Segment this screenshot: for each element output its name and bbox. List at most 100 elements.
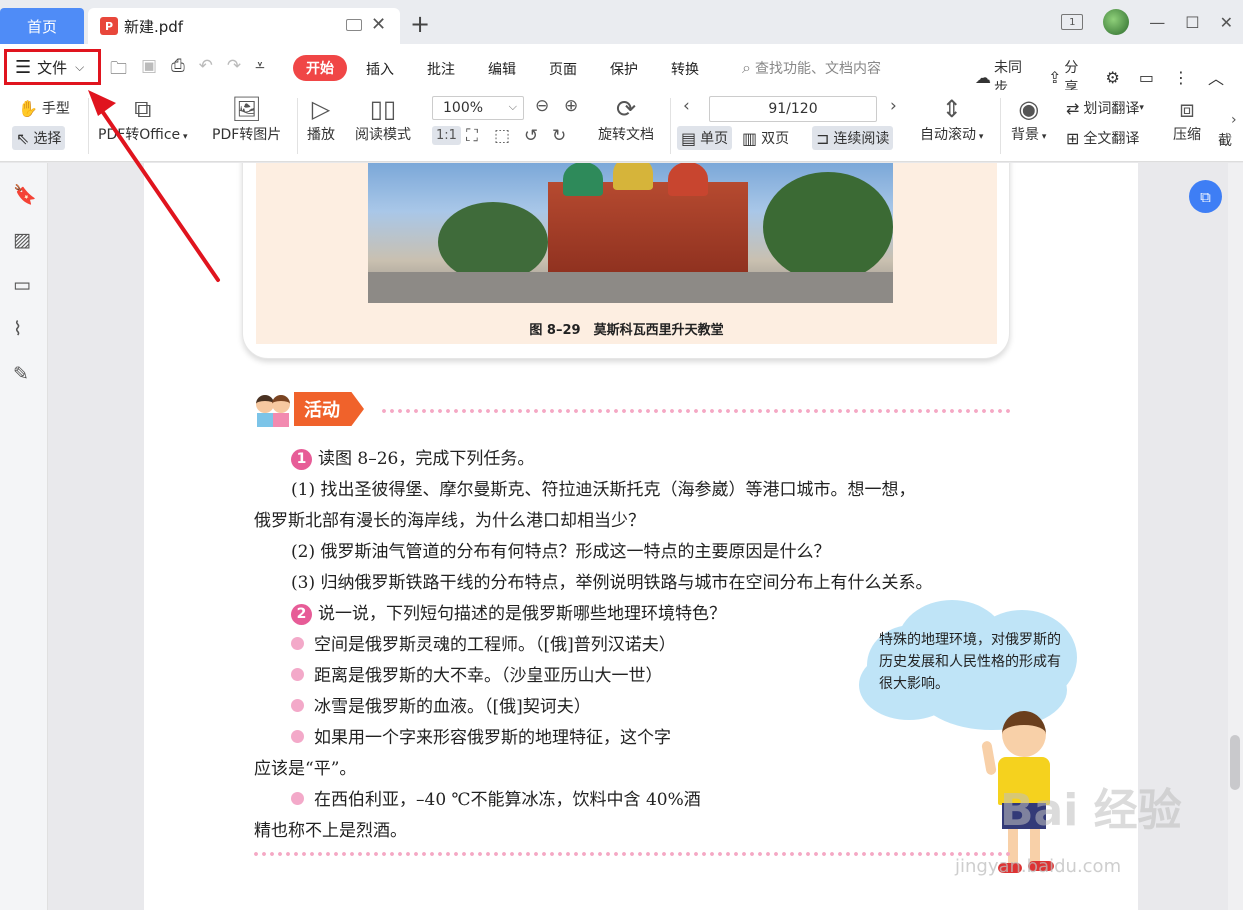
- thumbnail-icon[interactable]: ▨: [13, 229, 31, 251]
- bullet-dot: [291, 668, 304, 681]
- pdf-to-image-label: PDF转图片: [212, 127, 282, 143]
- compress-button[interactable]: ⧈ 压缩: [1173, 94, 1201, 144]
- tab-document[interactable]: P 新建.pdf ✕: [88, 8, 400, 44]
- page-number-value: 91/120: [768, 101, 818, 117]
- watermark-url: jingyan.baidu.com: [955, 856, 1122, 877]
- prev-page-icon[interactable]: ‹: [683, 96, 690, 116]
- share-icon: ⇪: [1048, 67, 1062, 87]
- collapse-ribbon-icon[interactable]: ︿: [1208, 65, 1227, 89]
- window-controls: 1 — ☐ ✕: [1051, 8, 1243, 36]
- search-icon: ⌕: [742, 58, 751, 77]
- pdf-to-image-button[interactable]: 🖼 PDF转图片: [212, 94, 281, 144]
- actual-size-icon[interactable]: 1:1: [432, 126, 461, 145]
- question-2: 2 说一说，下列短句描述的是俄罗斯哪些地理环境特色？: [291, 599, 726, 625]
- vertical-scrollbar[interactable]: [1228, 163, 1243, 910]
- auto-scroll-button[interactable]: ⇕ 自动滚动 ▾: [920, 94, 983, 144]
- tab-annotate[interactable]: 批注: [427, 59, 455, 79]
- hamburger-icon: ☰: [15, 56, 32, 78]
- figure-background: 图 8–29 莫斯科瓦西里升天教堂: [256, 163, 997, 344]
- tab-start[interactable]: 开始: [293, 55, 347, 81]
- next-page-icon[interactable]: ›: [890, 96, 897, 116]
- signature-icon[interactable]: ✎: [13, 363, 29, 385]
- rotate-right-icon[interactable]: ↻: [552, 126, 566, 146]
- pdf-page: 图 8–29 莫斯科瓦西里升天教堂 活动 1 读图 8–26，完成下列任务。 (1…: [144, 163, 1138, 910]
- background-button[interactable]: ◉ 背景 ▾: [1011, 94, 1046, 144]
- reading-mode-label: 阅读模式: [355, 127, 411, 143]
- avatar[interactable]: [1103, 9, 1130, 35]
- customize-dropdown-icon[interactable]: ⩡: [255, 56, 265, 85]
- tab-edit[interactable]: 编辑: [488, 59, 516, 79]
- more-icon[interactable]: ⋮: [1173, 68, 1192, 87]
- save-icon[interactable]: ▣: [141, 56, 157, 85]
- tab-convert[interactable]: 转换: [671, 59, 699, 79]
- truncated-label: 截: [1218, 133, 1232, 149]
- rotate-left-icon[interactable]: ↺: [524, 126, 538, 146]
- maximize-icon[interactable]: ☐: [1185, 13, 1199, 32]
- reading-mode-button[interactable]: ▯▯ 阅读模式: [355, 94, 411, 144]
- settings-icon[interactable]: ⚙: [1106, 68, 1123, 87]
- zoom-select[interactable]: 100% ⌵: [432, 96, 524, 120]
- scrollbar-thumb[interactable]: [1230, 735, 1240, 790]
- list-item: 空间是俄罗斯灵魂的工程师。（[俄]普列汉诺夫）: [291, 630, 676, 655]
- word-translate-button[interactable]: ⇄ 划词翻译 ▾: [1066, 98, 1144, 118]
- close-window-icon[interactable]: ✕: [1220, 13, 1233, 32]
- play-button[interactable]: ▷ 播放: [307, 94, 335, 144]
- zoom-in-icon[interactable]: ⊕: [564, 96, 578, 116]
- file-menu-button[interactable]: ☰ 文件 ⌵: [4, 49, 101, 85]
- redo-icon[interactable]: ↷: [227, 56, 241, 85]
- page-number-input[interactable]: 91/120: [709, 96, 877, 122]
- single-page-button[interactable]: ▤ 单页: [677, 126, 733, 150]
- tab-protect[interactable]: 保护: [610, 59, 638, 79]
- background-label: 背景 ▾: [1011, 127, 1047, 143]
- double-page-button[interactable]: ▥ 双页: [742, 128, 789, 148]
- bookmark-icon[interactable]: 🔖: [13, 183, 37, 206]
- attachment-icon[interactable]: ⌇: [13, 318, 22, 340]
- tab-page[interactable]: 页面: [549, 59, 577, 79]
- rotate-document-button[interactable]: ⟳ 旋转文档: [598, 94, 654, 144]
- minimize-icon[interactable]: —: [1149, 13, 1165, 32]
- ribbon-scroll-right-icon[interactable]: ›: [1231, 112, 1237, 128]
- pdf-to-office-label: PDF转Office ▾: [98, 127, 188, 143]
- open-folder-icon[interactable]: 🗀: [110, 56, 127, 85]
- fit-width-icon[interactable]: ⬚: [494, 126, 510, 146]
- question-2-number: 2: [291, 604, 312, 625]
- fit-page-icon[interactable]: ⛶: [466, 126, 478, 146]
- word-translate-label: 划词翻译: [1083, 101, 1140, 117]
- close-tab-icon[interactable]: ✕: [371, 14, 386, 35]
- figure-caption: 图 8–29 莫斯科瓦西里升天教堂: [529, 323, 724, 338]
- list-item: 冰雪是俄罗斯的血液。（[俄]契诃夫）: [291, 692, 591, 717]
- floating-tool-icon[interactable]: ⧉: [1189, 180, 1222, 213]
- bullet-dot: [291, 792, 304, 805]
- list-item-continuation: 精也称不上是烈酒。: [254, 821, 407, 841]
- auto-scroll-icon: ⇕: [941, 95, 962, 123]
- truncated-ribbon-item[interactable]: 截: [1218, 130, 1243, 150]
- rotate-document-label: 旋转文档: [598, 127, 654, 143]
- zoom-out-icon[interactable]: ⊖: [535, 96, 549, 116]
- pdf-file-icon: P: [100, 17, 118, 35]
- continuous-reading-button[interactable]: ⊐ 连续阅读: [812, 126, 894, 150]
- print-icon[interactable]: ⎙: [171, 56, 185, 85]
- tab-insert[interactable]: 插入: [366, 59, 394, 79]
- chevron-down-icon: ⌵: [75, 59, 85, 74]
- question-2-text: 说一说，下列短句描述的是俄罗斯哪些地理环境特色？: [318, 604, 726, 624]
- image-icon: 🖼: [231, 95, 262, 123]
- full-translate-button[interactable]: ⊞ 全文翻译: [1066, 128, 1139, 148]
- new-tab-button[interactable]: +: [410, 10, 430, 38]
- compress-label: 压缩: [1173, 127, 1201, 143]
- hand-tool-button[interactable]: ✋ 手型: [18, 98, 70, 118]
- select-tool-button[interactable]: ⇖ 选择: [12, 126, 66, 150]
- monitor-icon[interactable]: [346, 19, 362, 31]
- message-icon[interactable]: ▭: [1139, 68, 1157, 87]
- activity-header: 活动: [254, 391, 364, 427]
- pdf-to-office-icon: ⧉: [134, 95, 152, 123]
- search-input[interactable]: ⌕ 查找功能、文档内容: [742, 58, 881, 78]
- pdf-to-office-button[interactable]: ⧉ PDF转Office ▾: [98, 94, 188, 144]
- double-page-label: 双页: [761, 131, 790, 147]
- full-translate-icon: ⊞: [1066, 128, 1080, 148]
- window-count-icon[interactable]: 1: [1061, 14, 1084, 30]
- continuous-icon: ⊐: [816, 128, 830, 148]
- undo-icon[interactable]: ↶: [199, 56, 213, 85]
- document-tab-title: 新建.pdf: [124, 17, 184, 36]
- comment-icon[interactable]: ▭: [13, 274, 31, 296]
- tab-home[interactable]: 首页: [0, 8, 84, 44]
